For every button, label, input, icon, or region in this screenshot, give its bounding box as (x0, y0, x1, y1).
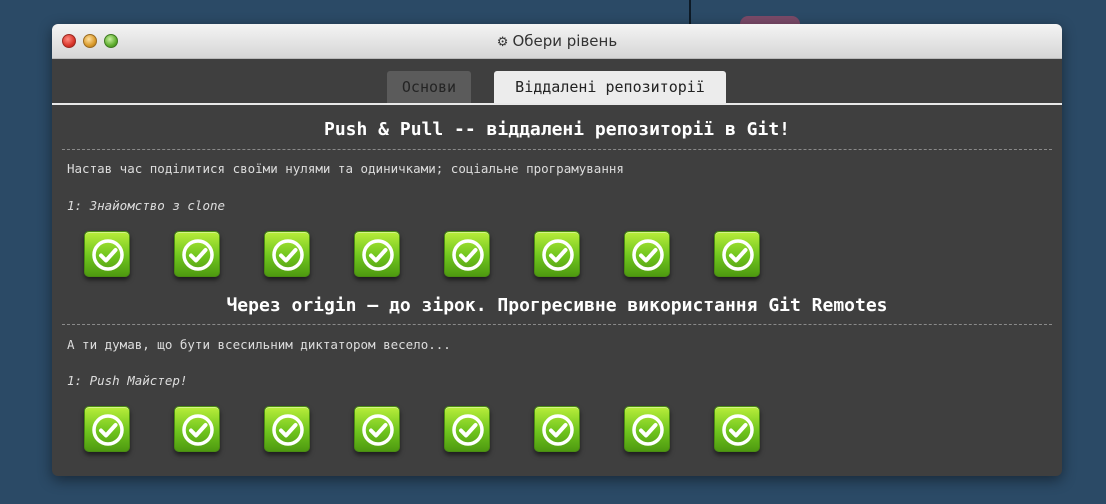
tab-bar: Основи Віддалені репозиторії (52, 59, 1062, 105)
level-button-6[interactable] (534, 231, 580, 277)
checkmark-icon (542, 239, 574, 271)
checkmark-icon (632, 414, 664, 446)
level-button-6[interactable] (534, 406, 580, 452)
checkmark-icon (92, 239, 124, 271)
checkmark-icon (92, 414, 124, 446)
level-grid (84, 231, 784, 277)
level-button-3[interactable] (264, 406, 310, 452)
level-button-2[interactable] (174, 406, 220, 452)
section-description: А ти думав, що бути всесильним диктаторо… (67, 337, 451, 352)
level-button-8[interactable] (714, 231, 760, 277)
checkmark-icon (182, 414, 214, 446)
window-title-text: Обери рівень (512, 32, 618, 50)
tab-basics[interactable]: Основи (387, 71, 471, 103)
level-label: 1: Знайомство з clone (67, 198, 226, 213)
desktop-line (689, 0, 691, 24)
checkmark-icon (452, 239, 484, 271)
checkmark-icon (362, 239, 394, 271)
section-description: Настав час поділитися своїми нулями та о… (67, 161, 624, 176)
level-button-3[interactable] (264, 231, 310, 277)
checkmark-icon (452, 414, 484, 446)
level-label: 1: Push Майстер! (67, 373, 188, 388)
section-title: Через origin – до зірок. Прогресивне вик… (226, 295, 888, 316)
checkmark-icon (722, 239, 754, 271)
checkmark-icon (632, 239, 664, 271)
level-button-5[interactable] (444, 231, 490, 277)
level-button-7[interactable] (624, 231, 670, 277)
level-button-2[interactable] (174, 231, 220, 277)
level-button-8[interactable] (714, 406, 760, 452)
gear-icon: ⚙ (496, 35, 509, 50)
tab-remote-repositories[interactable]: Віддалені репозиторії (494, 71, 726, 103)
window-title: ⚙ Обери рівень (52, 24, 1062, 58)
level-button-7[interactable] (624, 406, 670, 452)
level-button-5[interactable] (444, 406, 490, 452)
level-select-window: ⚙ Обери рівень Основи Віддалені репозитор… (52, 24, 1062, 476)
level-button-4[interactable] (354, 231, 400, 277)
checkmark-icon (272, 239, 304, 271)
checkmark-icon (542, 414, 574, 446)
checkmark-icon (272, 414, 304, 446)
level-button-1[interactable] (84, 406, 130, 452)
section-title: Push & Pull -- віддалені репозиторії в G… (324, 119, 790, 140)
level-grid (84, 406, 784, 452)
level-button-1[interactable] (84, 231, 130, 277)
checkmark-icon (722, 414, 754, 446)
section-divider (62, 149, 1052, 150)
title-bar: ⚙ Обери рівень (52, 24, 1062, 59)
checkmark-icon (182, 239, 214, 271)
section-divider (62, 324, 1052, 325)
checkmark-icon (362, 414, 394, 446)
level-button-4[interactable] (354, 406, 400, 452)
